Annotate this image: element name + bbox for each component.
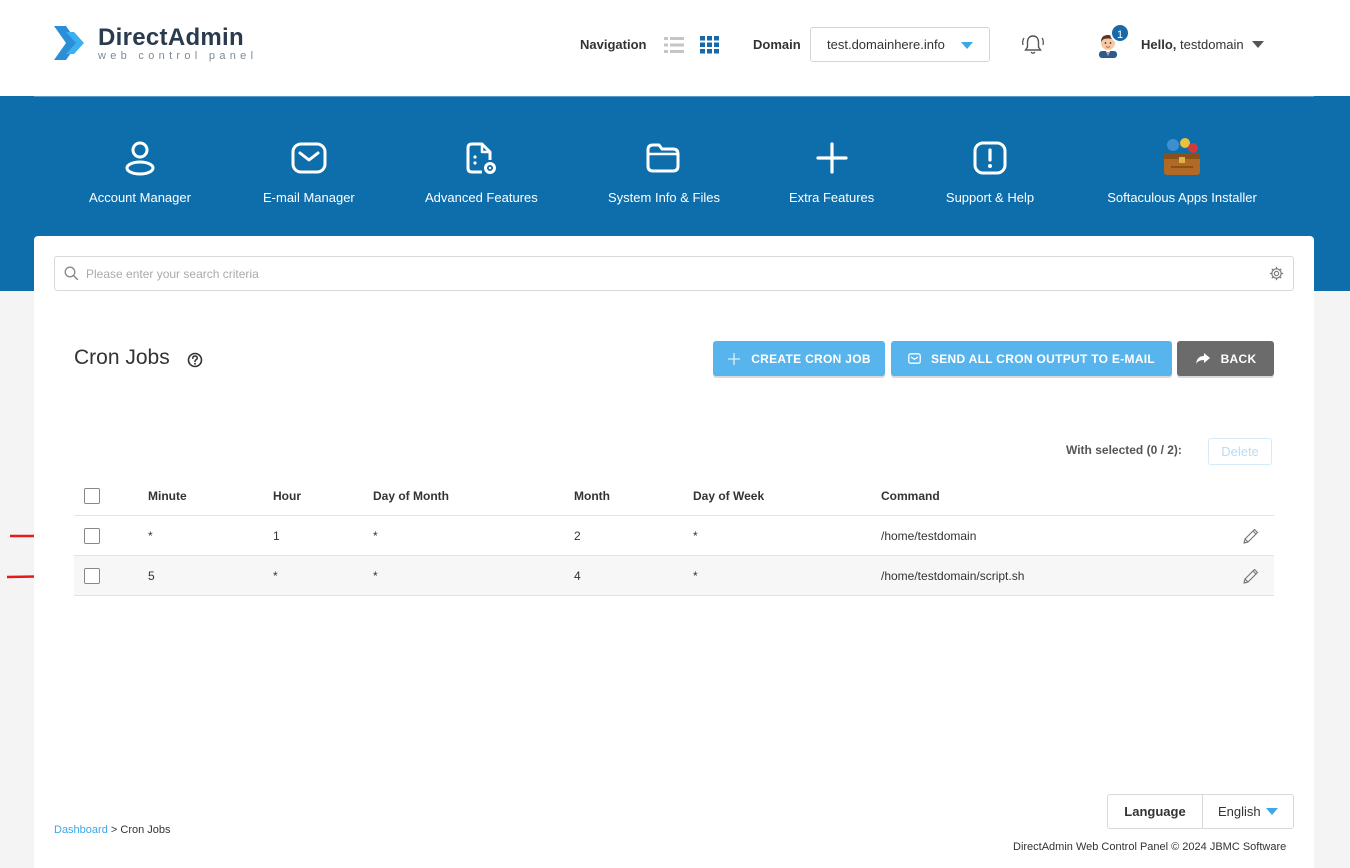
pencil-icon[interactable] bbox=[1241, 567, 1260, 586]
list-view-icon[interactable] bbox=[664, 36, 684, 54]
logo-subtitle: web control panel bbox=[98, 49, 258, 62]
row-checkbox[interactable] bbox=[84, 568, 100, 584]
chevron-down-icon bbox=[961, 42, 973, 49]
pencil-icon[interactable] bbox=[1241, 527, 1260, 546]
cell-hour: 1 bbox=[273, 529, 280, 543]
cell-day-of-month: * bbox=[373, 569, 378, 583]
breadcrumb-separator: > bbox=[107, 824, 121, 836]
breadcrumb-dashboard-link[interactable]: Dashboard bbox=[54, 824, 108, 836]
menu-advanced-features[interactable]: Advanced Features bbox=[425, 138, 538, 205]
menu-label: Support & Help bbox=[945, 190, 1035, 205]
select-all-checkbox[interactable] bbox=[84, 488, 100, 504]
domain-select[interactable]: test.domainhere.info bbox=[810, 27, 990, 62]
create-cron-job-label: CREATE CRON JOB bbox=[751, 351, 871, 366]
plus-icon bbox=[728, 352, 741, 365]
column-header-minute[interactable]: Minute bbox=[148, 476, 187, 516]
cell-day-of-week: * bbox=[693, 529, 698, 543]
user-icon bbox=[125, 141, 155, 176]
column-header-hour[interactable]: Hour bbox=[273, 476, 301, 516]
softaculous-icon bbox=[1164, 138, 1200, 175]
menu-system-info-files[interactable]: System Info & Files bbox=[608, 138, 720, 205]
divider bbox=[34, 96, 1314, 97]
language-label: Language bbox=[1108, 795, 1203, 828]
column-header-day-of-week[interactable]: Day of Week bbox=[693, 476, 764, 516]
row-checkbox[interactable] bbox=[84, 528, 100, 544]
domain-value: test.domainhere.info bbox=[827, 37, 945, 52]
cell-day-of-month: * bbox=[373, 529, 378, 543]
notification-badge: 1 bbox=[1110, 23, 1130, 43]
cell-month: 2 bbox=[574, 529, 581, 543]
cell-hour: * bbox=[273, 569, 278, 583]
breadcrumb: Dashboard > Cron Jobs bbox=[54, 824, 171, 836]
menu-label: Advanced Features bbox=[425, 190, 538, 205]
domain-label: Domain bbox=[753, 37, 801, 52]
search-input[interactable] bbox=[86, 264, 1236, 284]
user-menu[interactable]: Hello, testdomain bbox=[1141, 37, 1244, 52]
column-header-command[interactable]: Command bbox=[881, 476, 940, 516]
gear-icon[interactable] bbox=[1269, 266, 1284, 281]
search-icon bbox=[64, 266, 79, 281]
menu-extra-features[interactable]: Extra Features bbox=[789, 138, 874, 205]
main-card: Cron Jobs CREATE CRON JOB SEND ALL CRON … bbox=[34, 236, 1314, 868]
username: testdomain bbox=[1180, 37, 1244, 52]
menu-label: E-mail Manager bbox=[263, 190, 355, 205]
menu-softaculous[interactable]: Softaculous Apps Installer bbox=[1106, 138, 1258, 205]
menu-label: System Info & Files bbox=[608, 190, 720, 205]
language-value: English bbox=[1218, 804, 1261, 819]
back-button[interactable]: BACK bbox=[1177, 341, 1274, 376]
cell-command: /home/testdomain bbox=[881, 529, 977, 543]
send-cron-output-button[interactable]: SEND ALL CRON OUTPUT TO E-MAIL bbox=[891, 341, 1172, 376]
plus-icon bbox=[815, 142, 848, 174]
folder-icon bbox=[646, 143, 680, 173]
bell-icon[interactable] bbox=[1020, 32, 1046, 58]
language-select[interactable]: Language English bbox=[1107, 794, 1294, 829]
cell-minute: 5 bbox=[148, 569, 155, 583]
chevron-down-icon bbox=[1266, 808, 1278, 815]
back-label: BACK bbox=[1220, 351, 1257, 366]
column-header-day-of-month[interactable]: Day of Month bbox=[373, 476, 449, 516]
menu-account-manager[interactable]: Account Manager bbox=[89, 138, 191, 205]
table-row: * 1 * 2 * /home/testdomain bbox=[74, 516, 1274, 556]
mail-icon bbox=[291, 142, 326, 174]
user-menu-chevron-icon[interactable] bbox=[1252, 41, 1264, 48]
search-bar[interactable] bbox=[54, 256, 1294, 291]
exclamation-icon bbox=[973, 141, 1007, 175]
directadmin-logo[interactable]: DirectAdmin web control panel bbox=[52, 22, 257, 64]
grid-view-icon[interactable] bbox=[700, 36, 720, 54]
mail-icon bbox=[908, 353, 921, 364]
top-header: DirectAdmin web control panel Navigation… bbox=[0, 0, 1350, 96]
delete-button[interactable]: Delete bbox=[1208, 438, 1272, 465]
menu-support-help[interactable]: Support & Help bbox=[945, 138, 1035, 205]
table-header: Minute Hour Day of Month Month Day of We… bbox=[74, 476, 1274, 516]
footer-copyright: DirectAdmin Web Control Panel © 2024 JBM… bbox=[1013, 841, 1287, 853]
page-title: Cron Jobs bbox=[74, 346, 170, 369]
menu-label: Extra Features bbox=[789, 190, 875, 205]
cell-command: /home/testdomain/script.sh bbox=[881, 569, 1025, 583]
cron-jobs-table: Minute Hour Day of Month Month Day of We… bbox=[74, 476, 1274, 596]
menu-label: Softaculous Apps Installer bbox=[1107, 190, 1257, 205]
logo-chevron-icon bbox=[54, 26, 84, 60]
logo-title: DirectAdmin bbox=[98, 23, 244, 51]
breadcrumb-current: Cron Jobs bbox=[120, 824, 171, 836]
file-gear-icon bbox=[466, 142, 496, 174]
cell-minute: * bbox=[148, 529, 153, 543]
navigation-label: Navigation bbox=[580, 37, 647, 52]
cell-month: 4 bbox=[574, 569, 581, 583]
create-cron-job-button[interactable]: CREATE CRON JOB bbox=[713, 341, 885, 376]
share-arrow-icon bbox=[1195, 353, 1210, 364]
menu-label: Account Manager bbox=[89, 190, 191, 205]
with-selected-label: With selected (0 / 2): bbox=[1066, 443, 1182, 457]
table-row: 5 * * 4 * /home/testdomain/script.sh bbox=[74, 556, 1274, 596]
cell-day-of-week: * bbox=[693, 569, 698, 583]
help-icon[interactable] bbox=[187, 352, 203, 368]
column-header-month[interactable]: Month bbox=[574, 476, 610, 516]
hello-prefix: Hello, bbox=[1141, 37, 1177, 52]
send-cron-output-label: SEND ALL CRON OUTPUT TO E-MAIL bbox=[930, 351, 1156, 366]
menu-email-manager[interactable]: E-mail Manager bbox=[263, 138, 355, 205]
